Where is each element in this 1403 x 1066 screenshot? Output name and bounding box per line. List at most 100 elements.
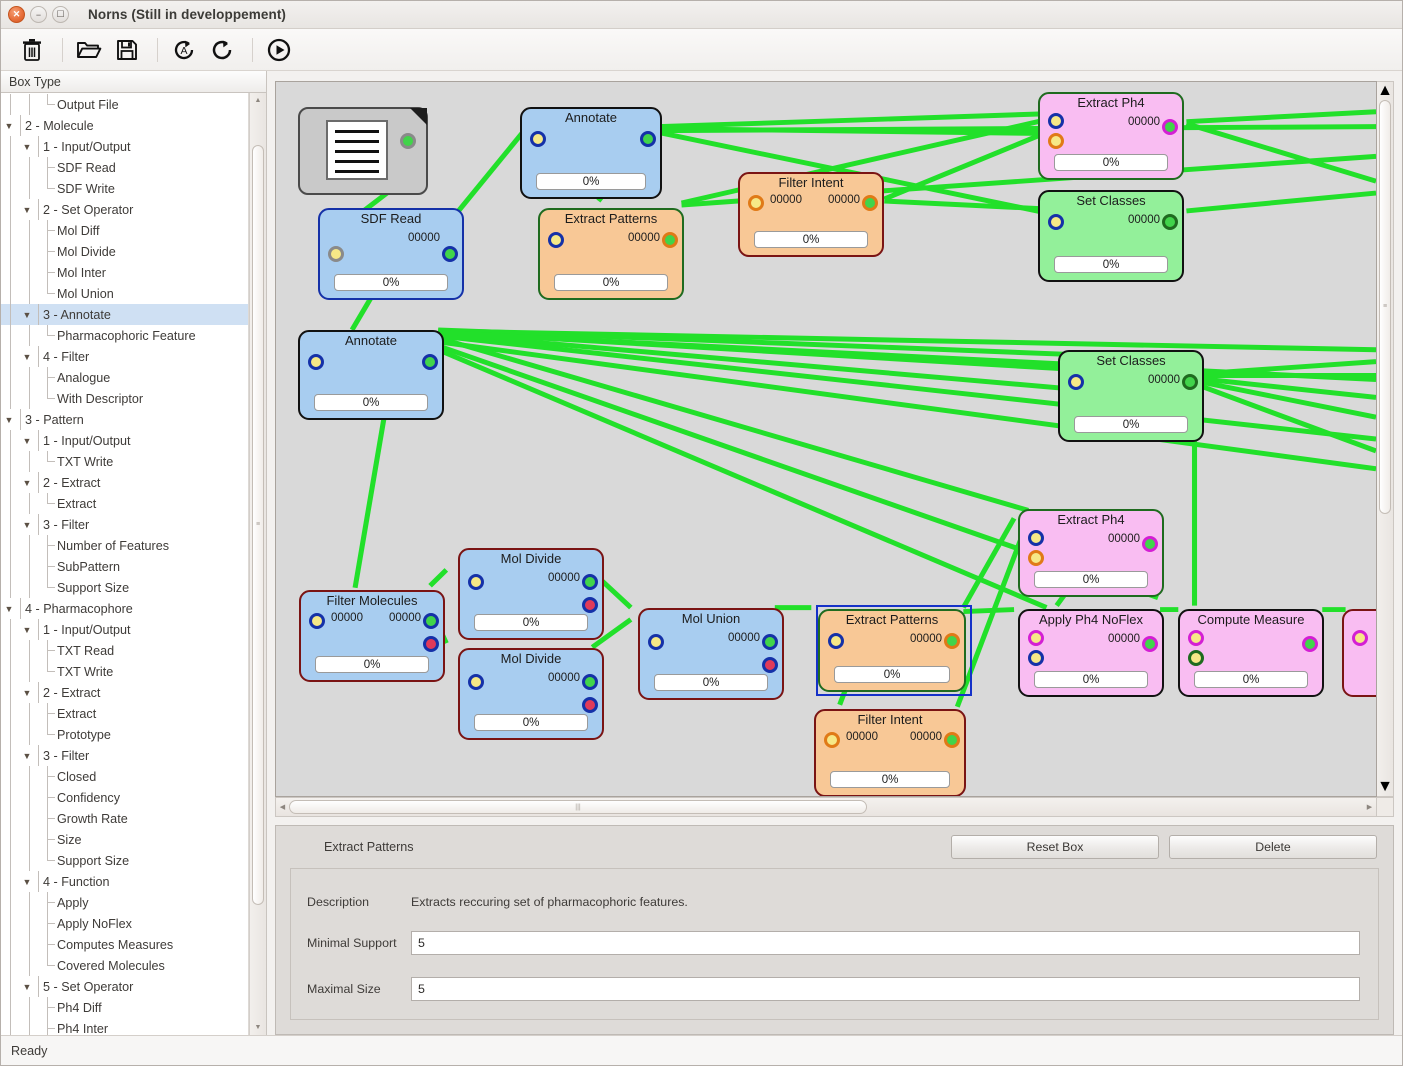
node-port[interactable]: [1142, 636, 1158, 652]
scroll-down-arrow[interactable]: ▼: [250, 1020, 266, 1035]
node-port[interactable]: [548, 232, 564, 248]
node-port[interactable]: [582, 597, 598, 613]
node-port[interactable]: [762, 634, 778, 650]
sidebar-item-extract[interactable]: Extract: [1, 703, 248, 724]
sidebar-item-pharmacophoric-feature[interactable]: Pharmacophoric Feature: [1, 325, 248, 346]
sidebar-item-2-extract[interactable]: ▼ 2 - Extract: [1, 472, 248, 493]
graph-canvas[interactable]: SDF Read 00000 0% Annotate 0% Extract Pattern…: [275, 81, 1377, 797]
node-port[interactable]: [1028, 550, 1044, 566]
sidebar-item-4-filter[interactable]: ▼ 4 - Filter: [1, 346, 248, 367]
node-compute-measure[interactable]: Compute Measure 0%: [1178, 609, 1324, 697]
chevron-down-icon[interactable]: ▼: [19, 976, 35, 997]
sidebar-item-support-size[interactable]: Support Size: [1, 850, 248, 871]
node-port[interactable]: [1048, 133, 1064, 149]
node-port[interactable]: [1142, 536, 1158, 552]
chevron-down-icon[interactable]: ▼: [19, 199, 35, 220]
node-filter-intent-bottom[interactable]: Filter Intent 00000 00000 0%: [814, 709, 966, 796]
node-port[interactable]: [328, 246, 344, 262]
chevron-down-icon[interactable]: ▼: [19, 514, 35, 535]
node-port[interactable]: [582, 674, 598, 690]
canvas-horizontal-scrollbar[interactable]: ◀ ||| ▶: [275, 797, 1377, 817]
sidebar-item-size[interactable]: Size: [1, 829, 248, 850]
node-port[interactable]: [1162, 119, 1178, 135]
node-extract-ph4-bottom[interactable]: Extract Ph4 00000 0%: [1018, 509, 1164, 597]
reset-all-icon[interactable]: A: [167, 34, 201, 66]
canvas-scroll-left-arrow[interactable]: ◀: [276, 803, 289, 811]
sidebar-item-sdf-read[interactable]: SDF Read: [1, 157, 248, 178]
node-extract-patterns-top[interactable]: Extract Patterns 00000 0%: [538, 208, 684, 300]
sidebar-item-txt-write[interactable]: TXT Write: [1, 451, 248, 472]
sidebar-item-growth-rate[interactable]: Growth Rate: [1, 808, 248, 829]
node-port[interactable]: [1352, 630, 1368, 646]
file-source-node[interactable]: [298, 107, 428, 195]
chevron-down-icon[interactable]: ▼: [19, 346, 35, 367]
chevron-down-icon[interactable]: ▼: [19, 304, 35, 325]
node-port[interactable]: [1028, 630, 1044, 646]
sidebar-item-with-descriptor[interactable]: With Descriptor: [1, 388, 248, 409]
node-port[interactable]: [748, 195, 764, 211]
chevron-down-icon[interactable]: ▼: [19, 430, 35, 451]
sidebar-item-analogue[interactable]: Analogue: [1, 367, 248, 388]
sidebar-item-5-set-operator[interactable]: ▼ 5 - Set Operator: [1, 976, 248, 997]
node-port[interactable]: [423, 613, 439, 629]
sidebar-item-1-input-output[interactable]: ▼ 1 - Input/Output: [1, 136, 248, 157]
node-set-classes-top[interactable]: Set Classes 00000 0%: [1038, 190, 1184, 282]
node-port[interactable]: [1188, 630, 1204, 646]
close-icon[interactable]: ✕: [8, 6, 25, 23]
node-port[interactable]: [468, 574, 484, 590]
minimize-icon[interactable]: −: [30, 6, 47, 23]
node-mol-union[interactable]: Mol Union 00000 0%: [638, 608, 784, 700]
refresh-icon[interactable]: [205, 34, 239, 66]
node-set-classes-mid[interactable]: Set Classes 00000 0%: [1058, 350, 1204, 442]
maximal-size-input[interactable]: 5: [411, 977, 1360, 1001]
node-apply-ph4-noflex[interactable]: Apply Ph4 NoFlex 00000 0%: [1018, 609, 1164, 697]
sidebar-item-number-of-features[interactable]: Number of Features: [1, 535, 248, 556]
sidebar-item-txt-write[interactable]: TXT Write: [1, 661, 248, 682]
sidebar-item-3-filter[interactable]: ▼ 3 - Filter: [1, 745, 248, 766]
sidebar-item-txt-read[interactable]: TXT Read: [1, 640, 248, 661]
save-icon[interactable]: [110, 34, 144, 66]
sidebar-item-computes-measures[interactable]: Computes Measures: [1, 934, 248, 955]
sidebar-item-1-input-output[interactable]: ▼ 1 - Input/Output: [1, 619, 248, 640]
chevron-down-icon[interactable]: ▼: [19, 871, 35, 892]
node-filter-intent-top[interactable]: Filter Intent 00000 00000 0%: [738, 172, 884, 257]
node-port[interactable]: [1028, 650, 1044, 666]
node-port[interactable]: [442, 246, 458, 262]
node-port[interactable]: [423, 636, 439, 652]
sidebar-item-ph4-diff[interactable]: Ph4 Diff: [1, 997, 248, 1018]
sidebar-scrollbar[interactable]: ▲ ≡ ▼: [249, 93, 266, 1035]
chevron-down-icon[interactable]: ▼: [19, 619, 35, 640]
node-mol-divide-2[interactable]: Mol Divide 00000 0%: [458, 648, 604, 740]
canvas-vscroll-thumb[interactable]: ≡: [1379, 100, 1391, 514]
node-sdf-read[interactable]: SDF Read 00000 0%: [318, 208, 464, 300]
node-port[interactable]: [944, 633, 960, 649]
sidebar-item-mol-inter[interactable]: Mol Inter: [1, 262, 248, 283]
node-port[interactable]: [944, 732, 960, 748]
scroll-up-arrow[interactable]: ▲: [250, 93, 266, 108]
sidebar-item-1-input-output[interactable]: ▼ 1 - Input/Output: [1, 430, 248, 451]
minimal-support-input[interactable]: 5: [411, 931, 1360, 955]
sidebar-item-4-function[interactable]: ▼ 4 - Function: [1, 871, 248, 892]
node-port[interactable]: [468, 674, 484, 690]
node-port[interactable]: [1182, 374, 1198, 390]
sidebar-item-apply[interactable]: Apply: [1, 892, 248, 913]
chevron-down-icon[interactable]: ▼: [19, 745, 35, 766]
node-port[interactable]: [662, 232, 678, 248]
node-port[interactable]: [648, 634, 664, 650]
sidebar-item-mol-divide[interactable]: Mol Divide: [1, 241, 248, 262]
node-annotate-mid[interactable]: Annotate 0%: [298, 330, 444, 420]
canvas-scroll-right-arrow[interactable]: ▶: [1363, 803, 1376, 811]
sidebar-item-mol-diff[interactable]: Mol Diff: [1, 220, 248, 241]
sidebar-item-subpattern[interactable]: SubPattern: [1, 556, 248, 577]
node-port[interactable]: [1048, 113, 1064, 129]
reset-box-button[interactable]: Reset Box: [951, 835, 1159, 859]
node-port[interactable]: [1028, 530, 1044, 546]
chevron-down-icon[interactable]: ▼: [1, 115, 17, 136]
canvas-scroll-down-arrow[interactable]: ▼: [1377, 778, 1393, 796]
sidebar-item-mol-union[interactable]: Mol Union: [1, 283, 248, 304]
node-extract-patterns-sel[interactable]: Extract Patterns 00000 0%: [818, 609, 966, 692]
sidebar-item-confidency[interactable]: Confidency: [1, 787, 248, 808]
sidebar-item-2-extract[interactable]: ▼ 2 - Extract: [1, 682, 248, 703]
node-port[interactable]: [824, 732, 840, 748]
sidebar-item-prototype[interactable]: Prototype: [1, 724, 248, 745]
